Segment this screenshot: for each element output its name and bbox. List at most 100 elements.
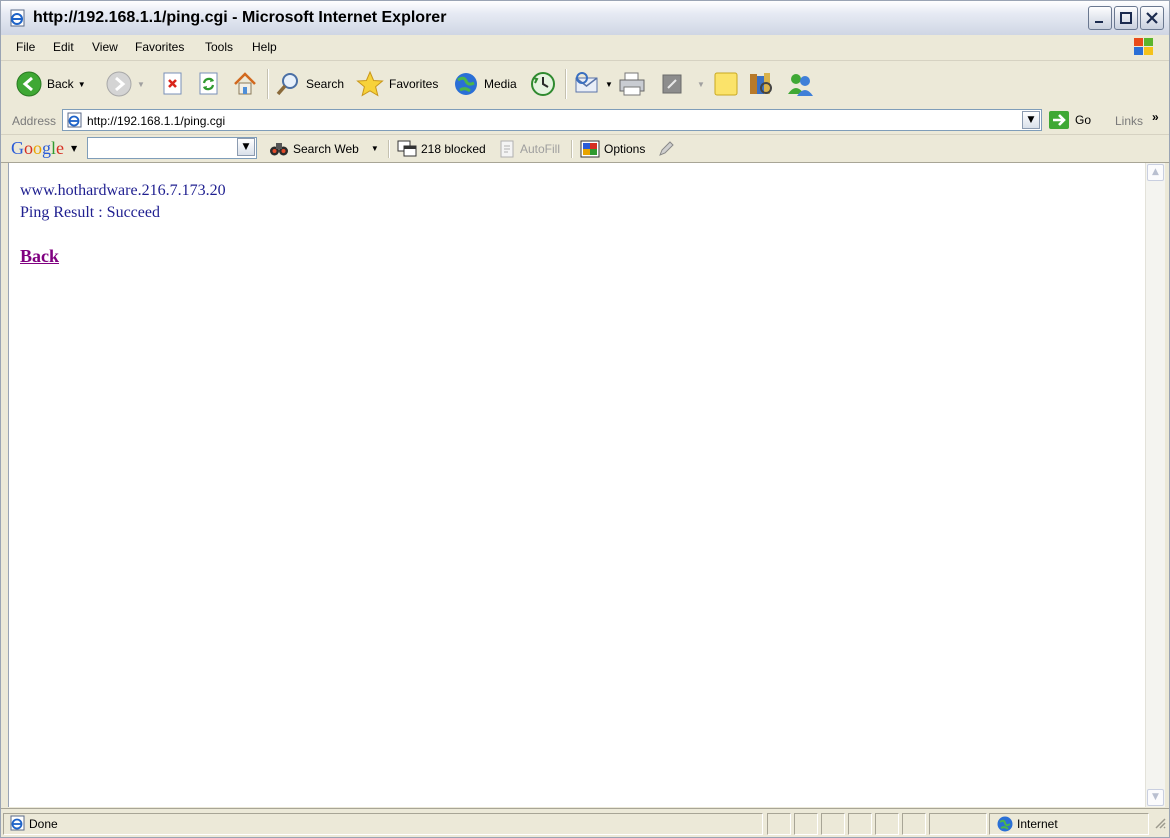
- stop-button[interactable]: [161, 61, 185, 107]
- refresh-button[interactable]: [197, 61, 221, 107]
- pencil-highlight-icon: [659, 140, 674, 156]
- google-search-input[interactable]: [87, 137, 257, 159]
- messenger-button[interactable]: [785, 61, 815, 107]
- menu-tools[interactable]: Tools: [205, 40, 233, 54]
- highlight-button[interactable]: [657, 135, 675, 162]
- forward-arrow-icon: [106, 71, 132, 97]
- autofill-label: AutoFill: [520, 141, 561, 156]
- discuss-button[interactable]: [712, 61, 740, 107]
- search-web-button[interactable]: Search Web ▼: [269, 135, 379, 162]
- status-cell: [767, 813, 791, 835]
- toolbar-separator: [571, 140, 573, 158]
- mail-button[interactable]: ▼: [573, 61, 613, 107]
- status-main-cell: [3, 813, 763, 835]
- resize-grip-icon[interactable]: [1153, 815, 1167, 834]
- go-label: Go: [1075, 113, 1092, 127]
- status-bar: Done Internet: [1, 808, 1169, 837]
- google-logo[interactable]: Google: [11, 138, 64, 159]
- address-url[interactable]: http://192.168.1.1/ping.cgi: [87, 114, 225, 128]
- menu-favorites[interactable]: Favorites: [135, 40, 184, 54]
- back-history-dropdown-icon[interactable]: ▼: [78, 80, 86, 89]
- search-label: Search: [306, 77, 345, 91]
- address-input[interactable]: http://192.168.1.1/ping.cgi ▼: [62, 109, 1042, 131]
- status-cell: [848, 813, 872, 835]
- go-button[interactable]: Go: [1048, 110, 1091, 130]
- toolbar-separator: [388, 140, 390, 158]
- browser-window: http://192.168.1.1/ping.cgi - Microsoft …: [0, 0, 1170, 838]
- toolbar-separator: [267, 69, 269, 99]
- back-arrow-icon: [16, 71, 42, 97]
- refresh-icon: [199, 72, 218, 95]
- autofill-button[interactable]: AutoFill: [498, 135, 560, 162]
- address-bar: Address http://192.168.1.1/ping.cgi ▼ Go…: [1, 107, 1169, 135]
- search-web-label: Search Web: [293, 141, 359, 156]
- mail-icon: [575, 72, 598, 93]
- autofill-icon: [500, 140, 514, 157]
- internet-globe-icon: [996, 815, 1014, 837]
- edit-button[interactable]: ▼: [661, 61, 705, 107]
- favorites-button[interactable]: Favorites: [355, 61, 438, 107]
- standard-toolbar: Back ▼ ▼ Search Favorites Media ▼ ▼: [1, 61, 1169, 108]
- print-button[interactable]: [617, 61, 647, 107]
- ie-page-icon: [66, 112, 84, 132]
- menu-edit[interactable]: Edit: [53, 40, 74, 54]
- home-button[interactable]: [231, 61, 259, 107]
- blocked-count-label: 218 blocked: [421, 141, 486, 156]
- google-search-dropdown-icon[interactable]: ▼: [237, 138, 255, 156]
- messenger-icon: [788, 74, 813, 96]
- address-label: Address: [12, 114, 57, 128]
- popup-blocker-button[interactable]: 218 blocked: [397, 135, 486, 162]
- popup-blocked-icon: [397, 140, 417, 156]
- media-label: Media: [484, 77, 517, 91]
- zone-text: Internet: [1017, 817, 1058, 831]
- links-label[interactable]: Links: [1115, 114, 1143, 128]
- close-button[interactable]: [1140, 6, 1164, 30]
- menu-help[interactable]: Help: [252, 40, 277, 54]
- google-menu-dropdown-icon[interactable]: ▼: [71, 144, 77, 153]
- address-dropdown-icon[interactable]: ▼: [1022, 111, 1040, 129]
- options-label: Options: [604, 141, 646, 156]
- menu-bar: File Edit View Favorites Tools Help: [1, 35, 1169, 61]
- scroll-up-arrow-icon[interactable]: ▲: [1147, 164, 1164, 181]
- back-button[interactable]: Back ▼: [15, 61, 86, 107]
- status-cell: [875, 813, 899, 835]
- print-icon: [619, 72, 645, 96]
- go-arrow-icon: [1049, 111, 1069, 129]
- options-button[interactable]: Options: [580, 135, 645, 162]
- search-button[interactable]: Search: [274, 61, 344, 107]
- note-icon: [714, 72, 738, 96]
- back-link[interactable]: Back: [20, 246, 59, 267]
- forward-button[interactable]: ▼: [105, 61, 145, 107]
- vertical-scrollbar[interactable]: ▲ ▼: [1145, 163, 1165, 807]
- window-title: http://192.168.1.1/ping.cgi - Microsoft …: [33, 9, 447, 26]
- maximize-button[interactable]: [1114, 6, 1138, 30]
- mail-dropdown-icon[interactable]: ▼: [605, 80, 613, 89]
- stop-icon: [163, 72, 182, 95]
- title-bar[interactable]: http://192.168.1.1/ping.cgi - Microsoft …: [1, 1, 1169, 36]
- favorites-star-icon: [356, 70, 384, 97]
- scroll-down-arrow-icon[interactable]: ▼: [1147, 789, 1164, 806]
- options-icon: [580, 140, 600, 157]
- minimize-button[interactable]: [1088, 6, 1112, 30]
- search-web-dropdown-icon[interactable]: ▼: [371, 144, 379, 153]
- history-button[interactable]: [529, 61, 557, 107]
- binoculars-icon: [270, 142, 288, 155]
- page-content: www.hothardware.216.7.173.20 Ping Result…: [8, 163, 1145, 807]
- links-chevron[interactable]: »: [1152, 110, 1159, 124]
- ping-result-text: Ping Result : Succeed: [20, 204, 160, 221]
- edit-dropdown-icon[interactable]: ▼: [697, 80, 705, 89]
- media-button[interactable]: Media: [452, 61, 517, 107]
- status-cell: [794, 813, 818, 835]
- research-button[interactable]: [746, 61, 776, 107]
- favorites-label: Favorites: [389, 77, 439, 91]
- edit-page-icon: [662, 74, 682, 94]
- status-text: Done: [29, 817, 58, 831]
- ie-page-icon: [9, 9, 27, 31]
- status-cell: [929, 813, 987, 835]
- research-books-icon: [750, 73, 772, 94]
- status-cell: [821, 813, 845, 835]
- menu-view[interactable]: View: [92, 40, 118, 54]
- history-clock-icon: [531, 72, 555, 96]
- menu-file[interactable]: File: [16, 40, 35, 54]
- forward-history-dropdown-icon[interactable]: ▼: [137, 80, 145, 89]
